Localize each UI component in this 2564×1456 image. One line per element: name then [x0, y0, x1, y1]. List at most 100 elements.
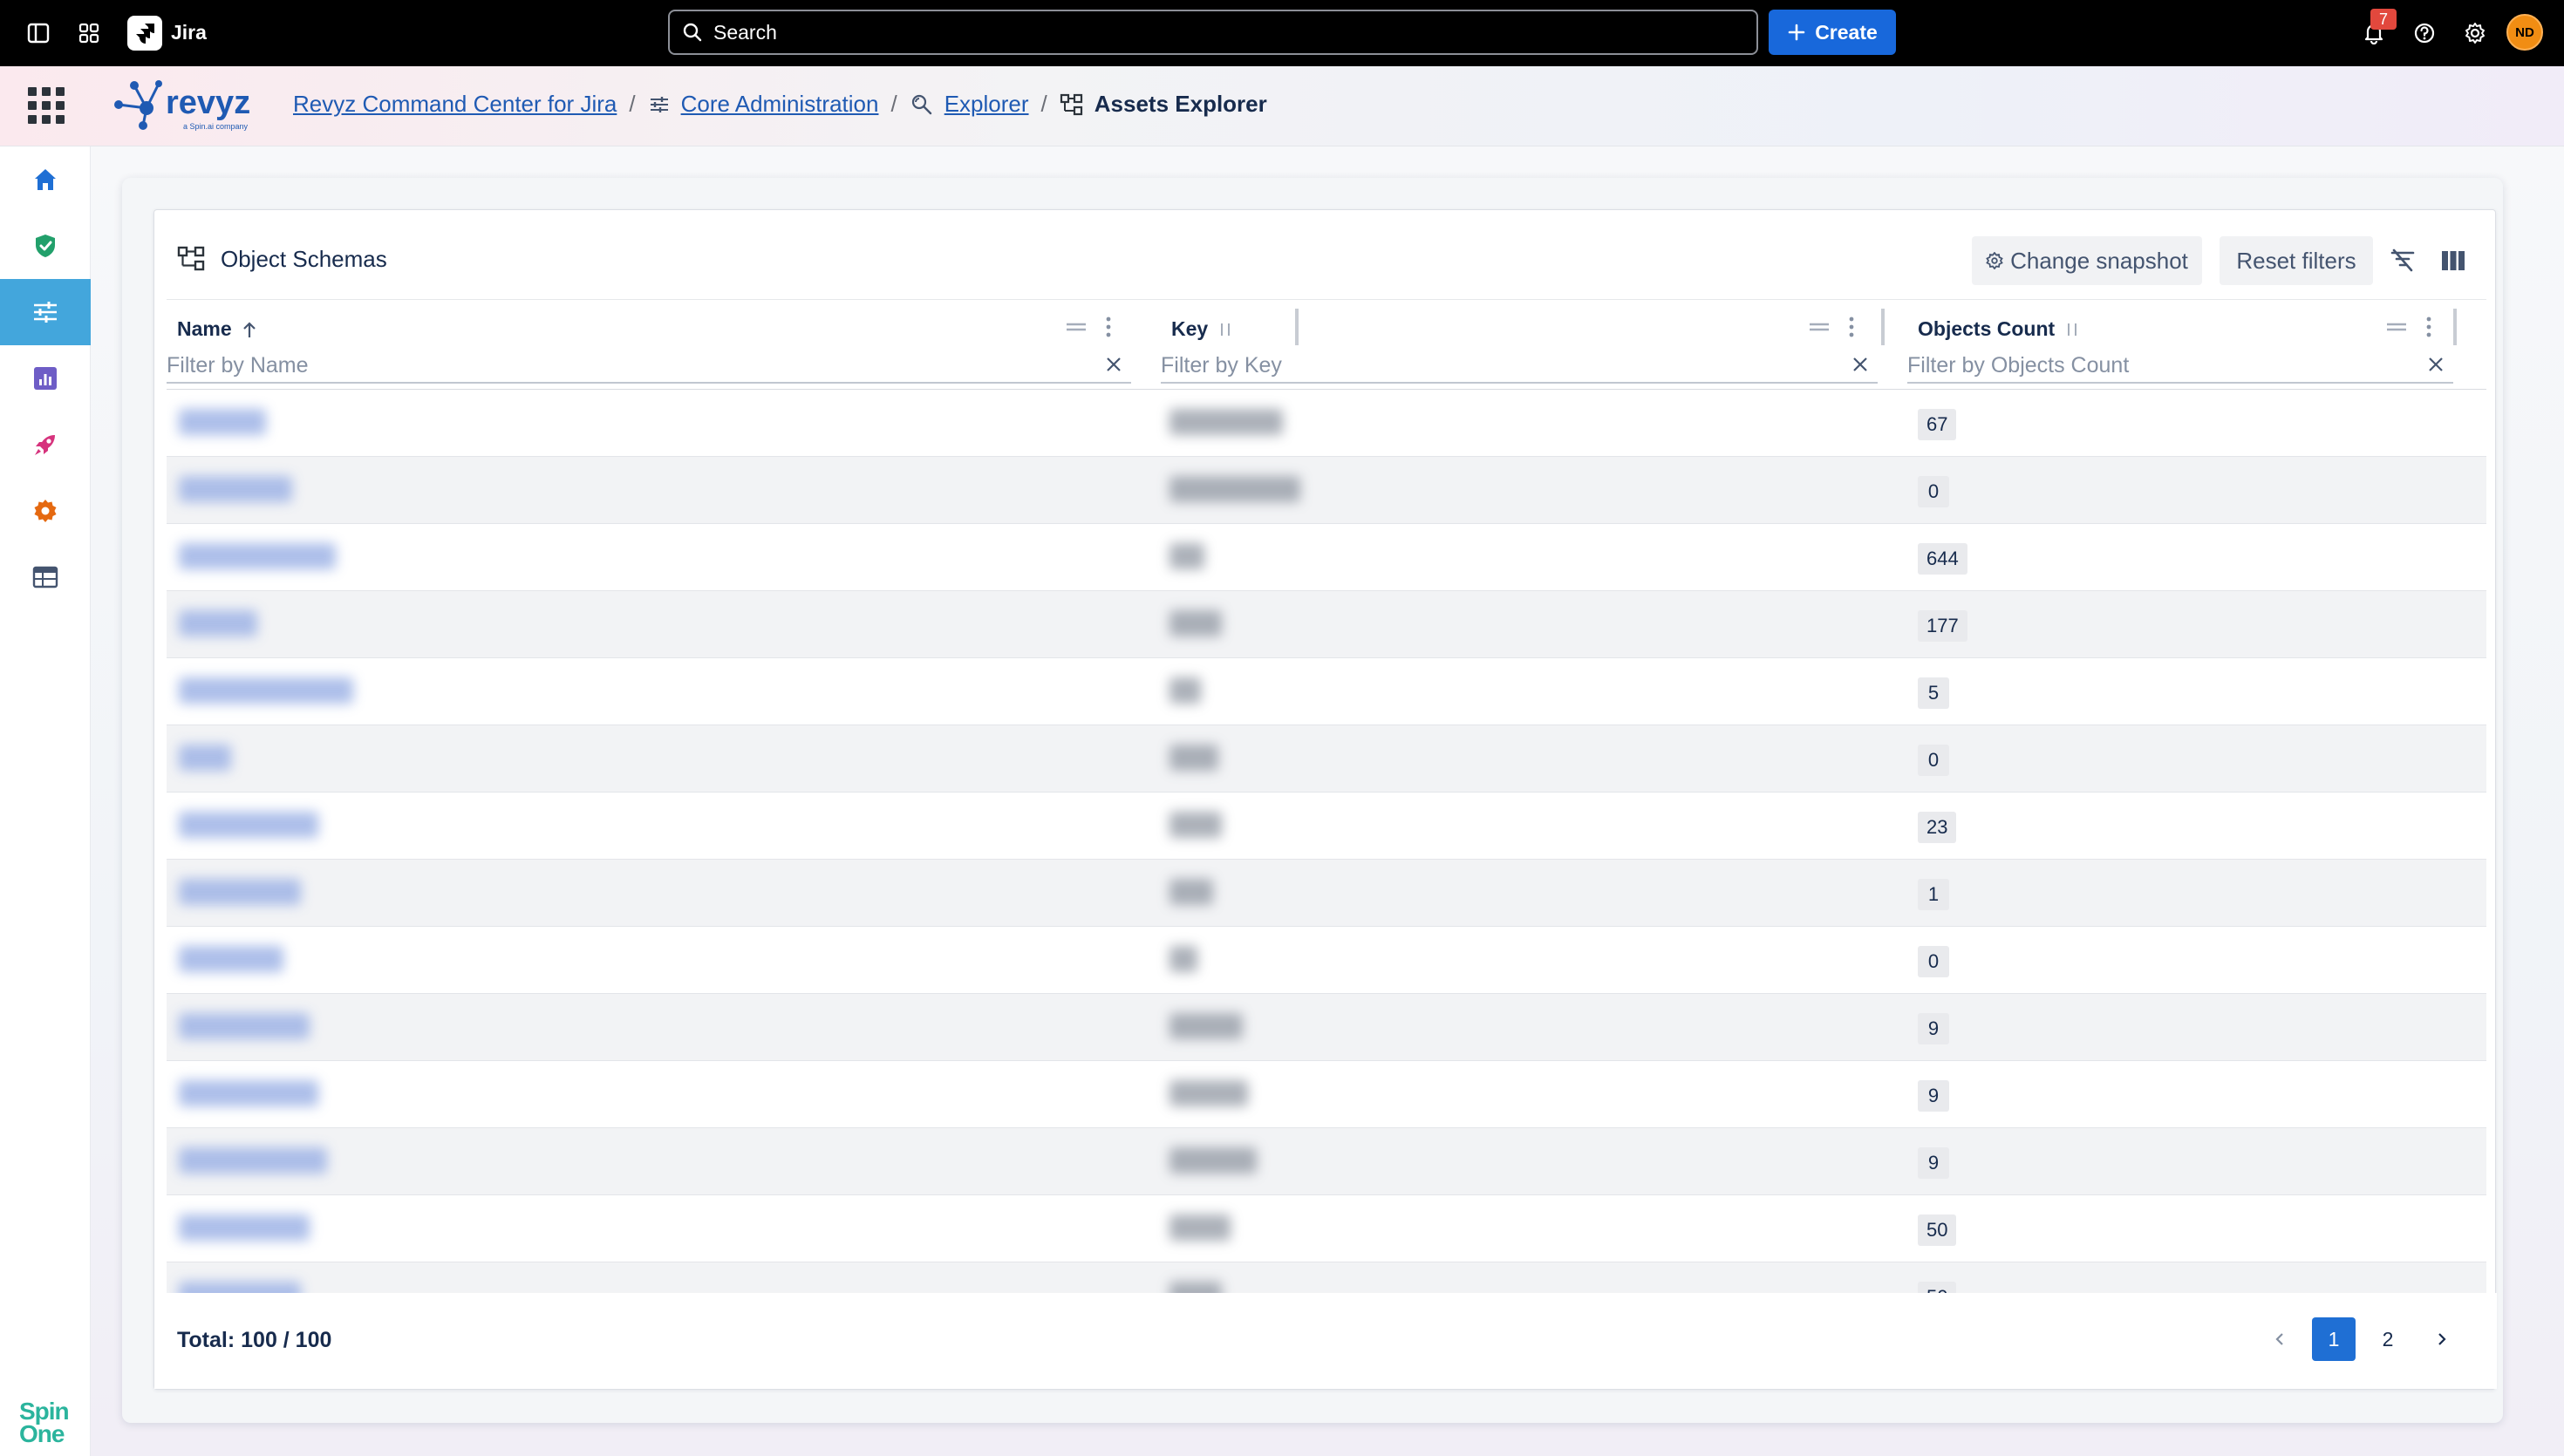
objects-count-badge: 9 — [1918, 1080, 1949, 1112]
filter-name-input[interactable] — [167, 352, 1131, 378]
column-header-key[interactable]: Key — [1161, 300, 1906, 391]
sort-ascending-icon[interactable] — [241, 320, 258, 339]
schema-key-obscured — [1169, 610, 1222, 636]
table-row[interactable]: 177 — [167, 591, 2486, 658]
table-row[interactable]: 23 — [167, 793, 2486, 860]
schema-name-link-obscured[interactable] — [179, 879, 301, 905]
sidebar-item-security[interactable] — [0, 213, 91, 279]
schema-name-link-obscured[interactable] — [179, 677, 353, 704]
sidebar-item-settings[interactable] — [0, 478, 91, 544]
table-footer: Total: 100 / 100 1 2 — [154, 1293, 2497, 1389]
schema-name-link-obscured[interactable] — [179, 476, 292, 502]
object-schemas-panel: Object Schemas Change snapshot Reset fil… — [153, 209, 2497, 1390]
table-row[interactable]: 9 — [167, 1061, 2486, 1128]
table-row[interactable]: 0 — [167, 725, 2486, 793]
table-row[interactable]: 5 — [167, 658, 2486, 725]
app-switcher-icon[interactable] — [75, 19, 103, 47]
schema-name-link-obscured[interactable] — [179, 812, 318, 838]
breadcrumb-core-administration-link[interactable]: Core Administration — [681, 91, 879, 118]
page-2-button[interactable]: 2 — [2366, 1317, 2410, 1361]
schema-name-link-obscured[interactable] — [179, 1013, 310, 1039]
breadcrumb-explorer-link[interactable]: Explorer — [944, 91, 1029, 118]
sidebar-toggle-icon[interactable] — [24, 19, 52, 47]
sidebar-item-administration[interactable] — [0, 279, 91, 345]
schema-name-link-obscured[interactable] — [179, 1080, 318, 1106]
column-menu-icon[interactable] — [1848, 316, 1855, 338]
objects-count-badge: 50 — [1918, 1282, 1957, 1293]
app-name[interactable]: Jira — [171, 21, 207, 44]
schema-key-obscured — [1169, 476, 1300, 502]
app-menu-grid-icon[interactable] — [28, 87, 65, 124]
objects-count-badge: 0 — [1918, 476, 1949, 507]
clear-filters-icon[interactable] — [2387, 245, 2418, 276]
help-icon[interactable] — [2411, 19, 2438, 47]
breadcrumb-command-center-link[interactable]: Revyz Command Center for Jira — [293, 91, 617, 118]
table-row[interactable]: 9 — [167, 1128, 2486, 1195]
sidebar-item-home[interactable] — [0, 146, 91, 213]
change-snapshot-button[interactable]: Change snapshot — [1972, 236, 2202, 285]
column-menu-icon[interactable] — [2425, 316, 2432, 338]
schema-name-link-obscured[interactable] — [179, 610, 257, 636]
filter-by-key[interactable] — [1161, 349, 1878, 384]
table-row[interactable]: 9 — [167, 994, 2486, 1061]
sidebar-item-analytics[interactable] — [0, 345, 91, 412]
spinone-logo[interactable]: Spin One — [19, 1399, 70, 1446]
filter-by-objects-count[interactable] — [1907, 349, 2453, 384]
table-row[interactable]: 644 — [167, 524, 2486, 591]
sidebar-item-launch[interactable] — [0, 412, 91, 478]
objects-count-badge: 67 — [1918, 409, 1957, 440]
clear-name-filter-icon[interactable] — [1103, 354, 1124, 375]
table-row[interactable]: 50 — [167, 1195, 2486, 1262]
column-header-objects-count[interactable]: Objects Count — [1907, 300, 2486, 391]
filter-objects-count-input[interactable] — [1907, 352, 2453, 378]
previous-page-button[interactable] — [2258, 1317, 2301, 1361]
sidebar-item-tables[interactable] — [0, 544, 91, 610]
schema-name-link-obscured[interactable] — [179, 1214, 310, 1241]
schema-name-link-obscured[interactable] — [179, 409, 266, 435]
schema-name-link-obscured[interactable] — [179, 946, 283, 972]
chevron-right-icon — [2438, 1333, 2446, 1345]
create-button[interactable]: Create — [1769, 10, 1896, 55]
schema-key-obscured — [1169, 677, 1201, 704]
revyz-logo[interactable]: revyz a Spin.ai company — [108, 75, 265, 136]
main-content: Object Schemas Change snapshot Reset fil… — [91, 146, 2564, 1456]
reset-filters-button[interactable]: Reset filters — [2220, 236, 2373, 285]
schema-name-link-obscured[interactable] — [179, 745, 231, 771]
column-resize-handle[interactable] — [2453, 309, 2457, 345]
sort-icon[interactable] — [1217, 320, 1234, 339]
filter-by-name[interactable] — [167, 349, 1131, 384]
page-1-button[interactable]: 1 — [2312, 1317, 2356, 1361]
schema-name-link-obscured[interactable] — [179, 543, 336, 569]
column-menu-icon[interactable] — [1105, 316, 1112, 338]
objects-count-badge: 1 — [1918, 879, 1949, 910]
drag-handle-icon[interactable] — [1808, 321, 1831, 333]
schema-name-link-obscured[interactable] — [179, 1282, 301, 1293]
left-sidebar: Spin One — [0, 146, 91, 1456]
panel-title: Object Schemas — [177, 245, 387, 273]
table-row[interactable]: 1 — [167, 860, 2486, 927]
settings-gear-icon[interactable] — [2461, 19, 2489, 47]
table-row[interactable]: 50 — [167, 1262, 2486, 1293]
objects-count-badge: 9 — [1918, 1147, 1949, 1179]
search-bar[interactable] — [668, 10, 1758, 55]
filter-key-input[interactable] — [1161, 352, 1878, 378]
clear-objects-count-filter-icon[interactable] — [2425, 354, 2446, 375]
table-row[interactable]: 0 — [167, 457, 2486, 524]
clear-key-filter-icon[interactable] — [1850, 354, 1871, 375]
jira-logo-icon[interactable] — [127, 16, 162, 51]
create-button-label: Create — [1815, 20, 1878, 44]
schema-name-link-obscured[interactable] — [179, 1147, 327, 1174]
breadcrumb-current-page: Assets Explorer — [1094, 91, 1267, 117]
columns-toggle-icon[interactable] — [2438, 245, 2469, 276]
sort-icon[interactable] — [2063, 320, 2081, 339]
search-input[interactable] — [713, 20, 1716, 44]
next-page-button[interactable] — [2420, 1317, 2464, 1361]
column-resize-handle[interactable] — [1881, 309, 1885, 345]
total-count: Total: 100 / 100 — [177, 1328, 332, 1352]
drag-handle-icon[interactable] — [2385, 321, 2408, 333]
user-avatar[interactable]: ND — [2506, 14, 2543, 51]
drag-handle-icon[interactable] — [1065, 321, 1088, 333]
table-row[interactable]: 0 — [167, 927, 2486, 994]
table-row[interactable]: 67 — [167, 390, 2486, 457]
column-header-name[interactable]: Name — [167, 300, 1299, 391]
